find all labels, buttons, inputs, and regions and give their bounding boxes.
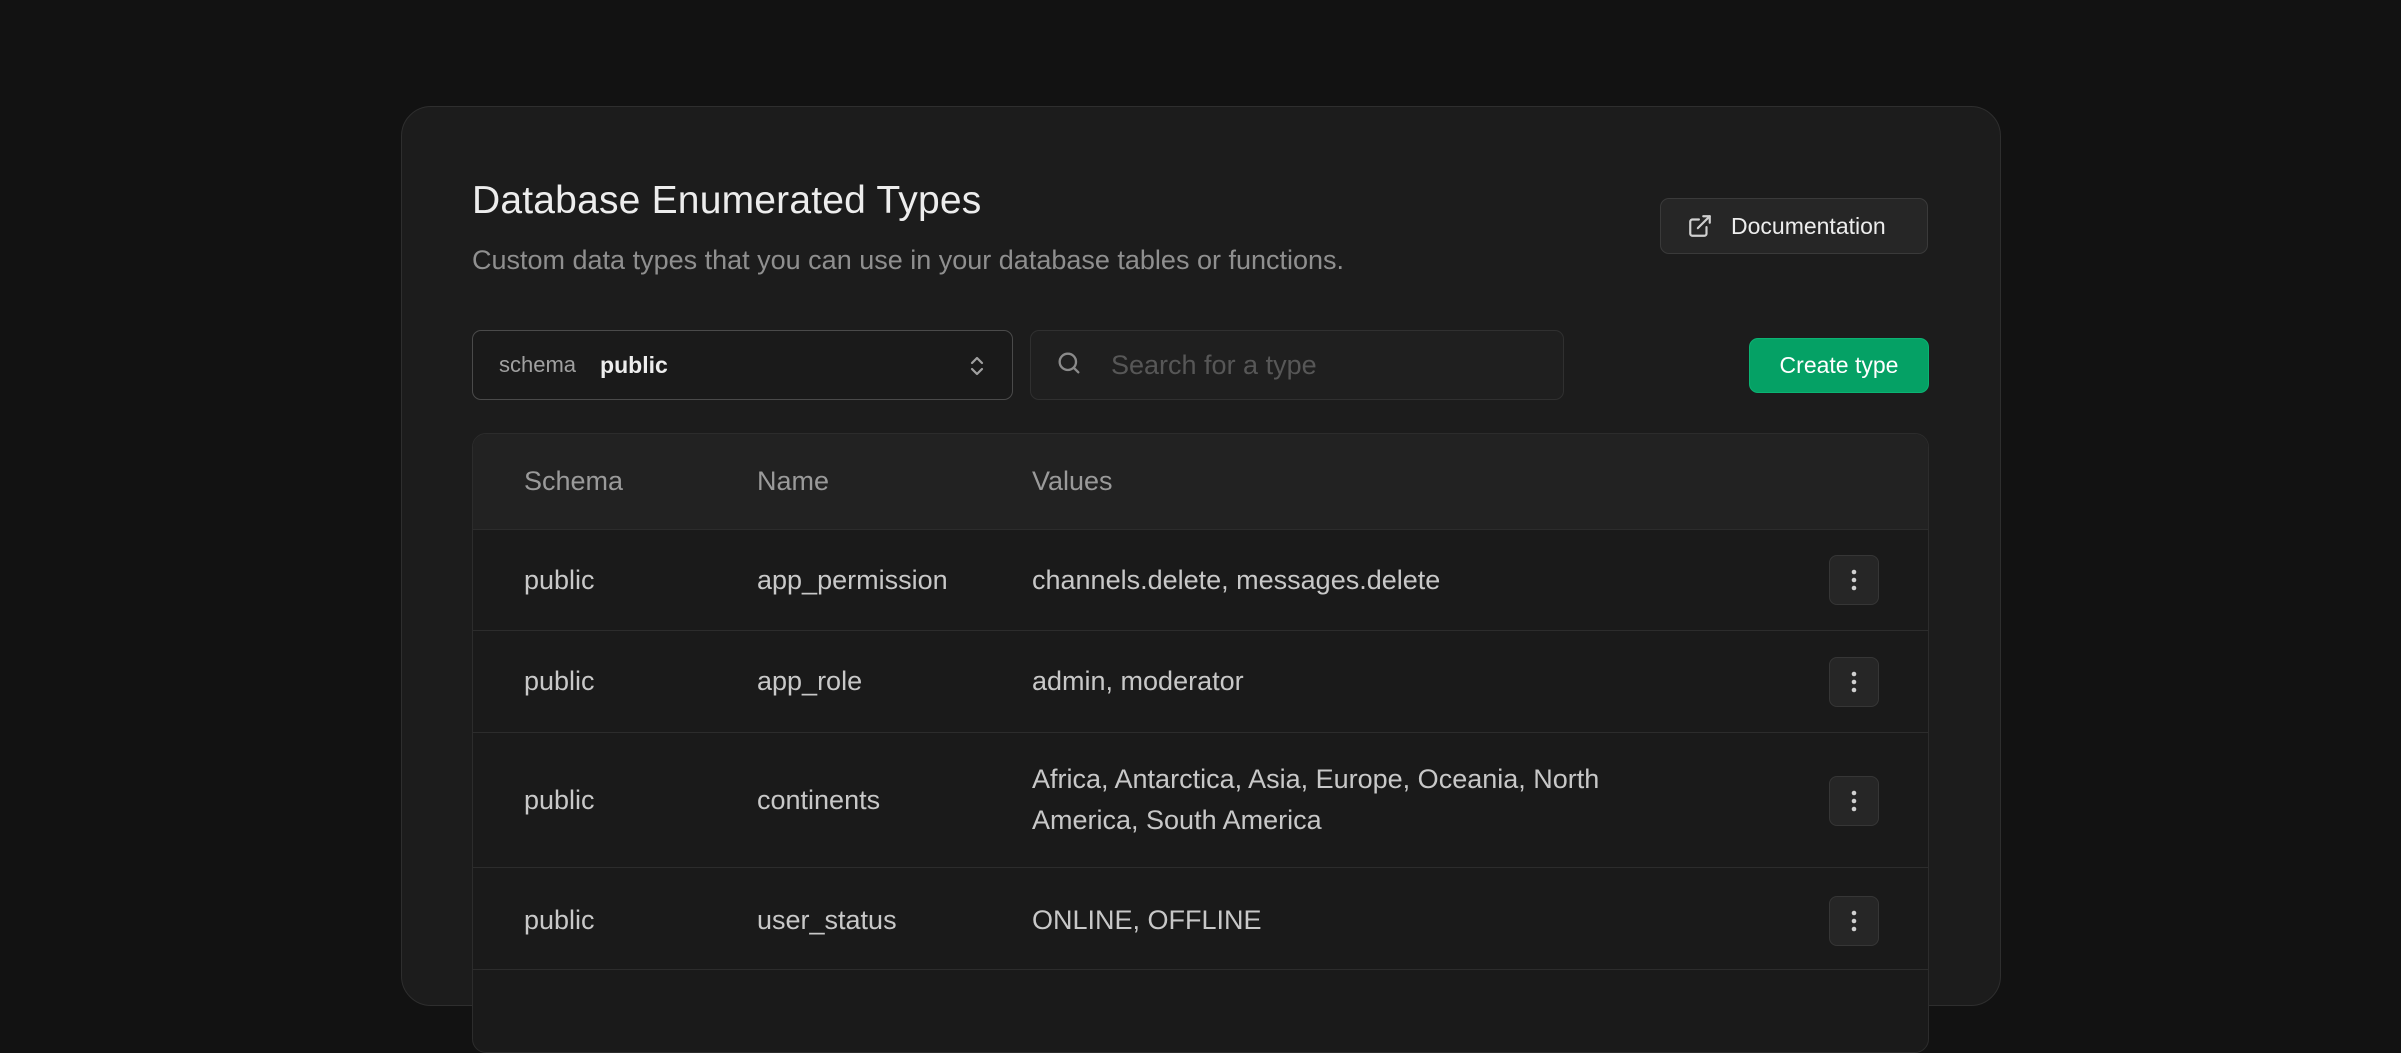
row-actions-button[interactable] bbox=[1829, 555, 1879, 605]
enum-types-table: Schema Name Values public app_permission… bbox=[472, 433, 1929, 1053]
table-row: public app_permission channels.delete, m… bbox=[473, 530, 1928, 631]
row-actions-button[interactable] bbox=[1829, 776, 1879, 826]
search-icon bbox=[1055, 349, 1083, 382]
external-link-icon bbox=[1687, 213, 1713, 239]
row-actions-button[interactable] bbox=[1829, 657, 1879, 707]
search-input[interactable] bbox=[1109, 348, 1533, 382]
row-values: admin, moderator bbox=[1032, 666, 1244, 696]
search-box bbox=[1030, 330, 1564, 400]
row-values: channels.delete, messages.delete bbox=[1032, 565, 1441, 595]
row-schema: public bbox=[524, 785, 595, 815]
row-values: ONLINE, OFFLINE bbox=[1032, 905, 1262, 935]
schema-select[interactable]: schema public bbox=[472, 330, 1013, 400]
create-type-button[interactable]: Create type bbox=[1749, 338, 1929, 393]
table-header: Schema Name Values bbox=[473, 434, 1928, 530]
row-name: app_role bbox=[757, 666, 863, 696]
row-actions-button[interactable] bbox=[1829, 896, 1879, 946]
column-header-name: Name bbox=[757, 466, 830, 496]
chevron-up-down-icon bbox=[966, 353, 988, 384]
schema-select-prefix: schema bbox=[499, 352, 577, 377]
table-row: public user_status ONLINE, OFFLINE bbox=[473, 868, 1928, 970]
row-schema: public bbox=[524, 905, 595, 935]
table-row: public continents Africa, Antarctica, As… bbox=[473, 733, 1928, 868]
row-schema: public bbox=[524, 565, 595, 595]
more-vertical-icon bbox=[1851, 569, 1857, 591]
row-name: user_status bbox=[757, 905, 897, 935]
more-vertical-icon bbox=[1851, 671, 1857, 693]
row-values: Africa, Antarctica, Asia, Europe, Oceani… bbox=[1032, 764, 1600, 835]
row-name: continents bbox=[757, 785, 881, 815]
column-header-values: Values bbox=[1032, 466, 1113, 496]
schema-select-value: public bbox=[600, 351, 668, 378]
documentation-label: Documentation bbox=[1731, 212, 1886, 239]
column-header-schema: Schema bbox=[524, 466, 624, 496]
table-row: public app_role admin, moderator bbox=[473, 631, 1928, 733]
enum-types-panel: Database Enumerated Types Custom data ty… bbox=[401, 106, 2001, 1053]
page-title: Database Enumerated Types bbox=[472, 179, 982, 222]
row-schema: public bbox=[524, 666, 595, 696]
more-vertical-icon bbox=[1851, 790, 1857, 812]
more-vertical-icon bbox=[1851, 910, 1857, 932]
documentation-button[interactable]: Documentation bbox=[1660, 198, 1928, 254]
page-subtitle: Custom data types that you can use in yo… bbox=[472, 245, 1345, 275]
row-name: app_permission bbox=[757, 565, 948, 595]
